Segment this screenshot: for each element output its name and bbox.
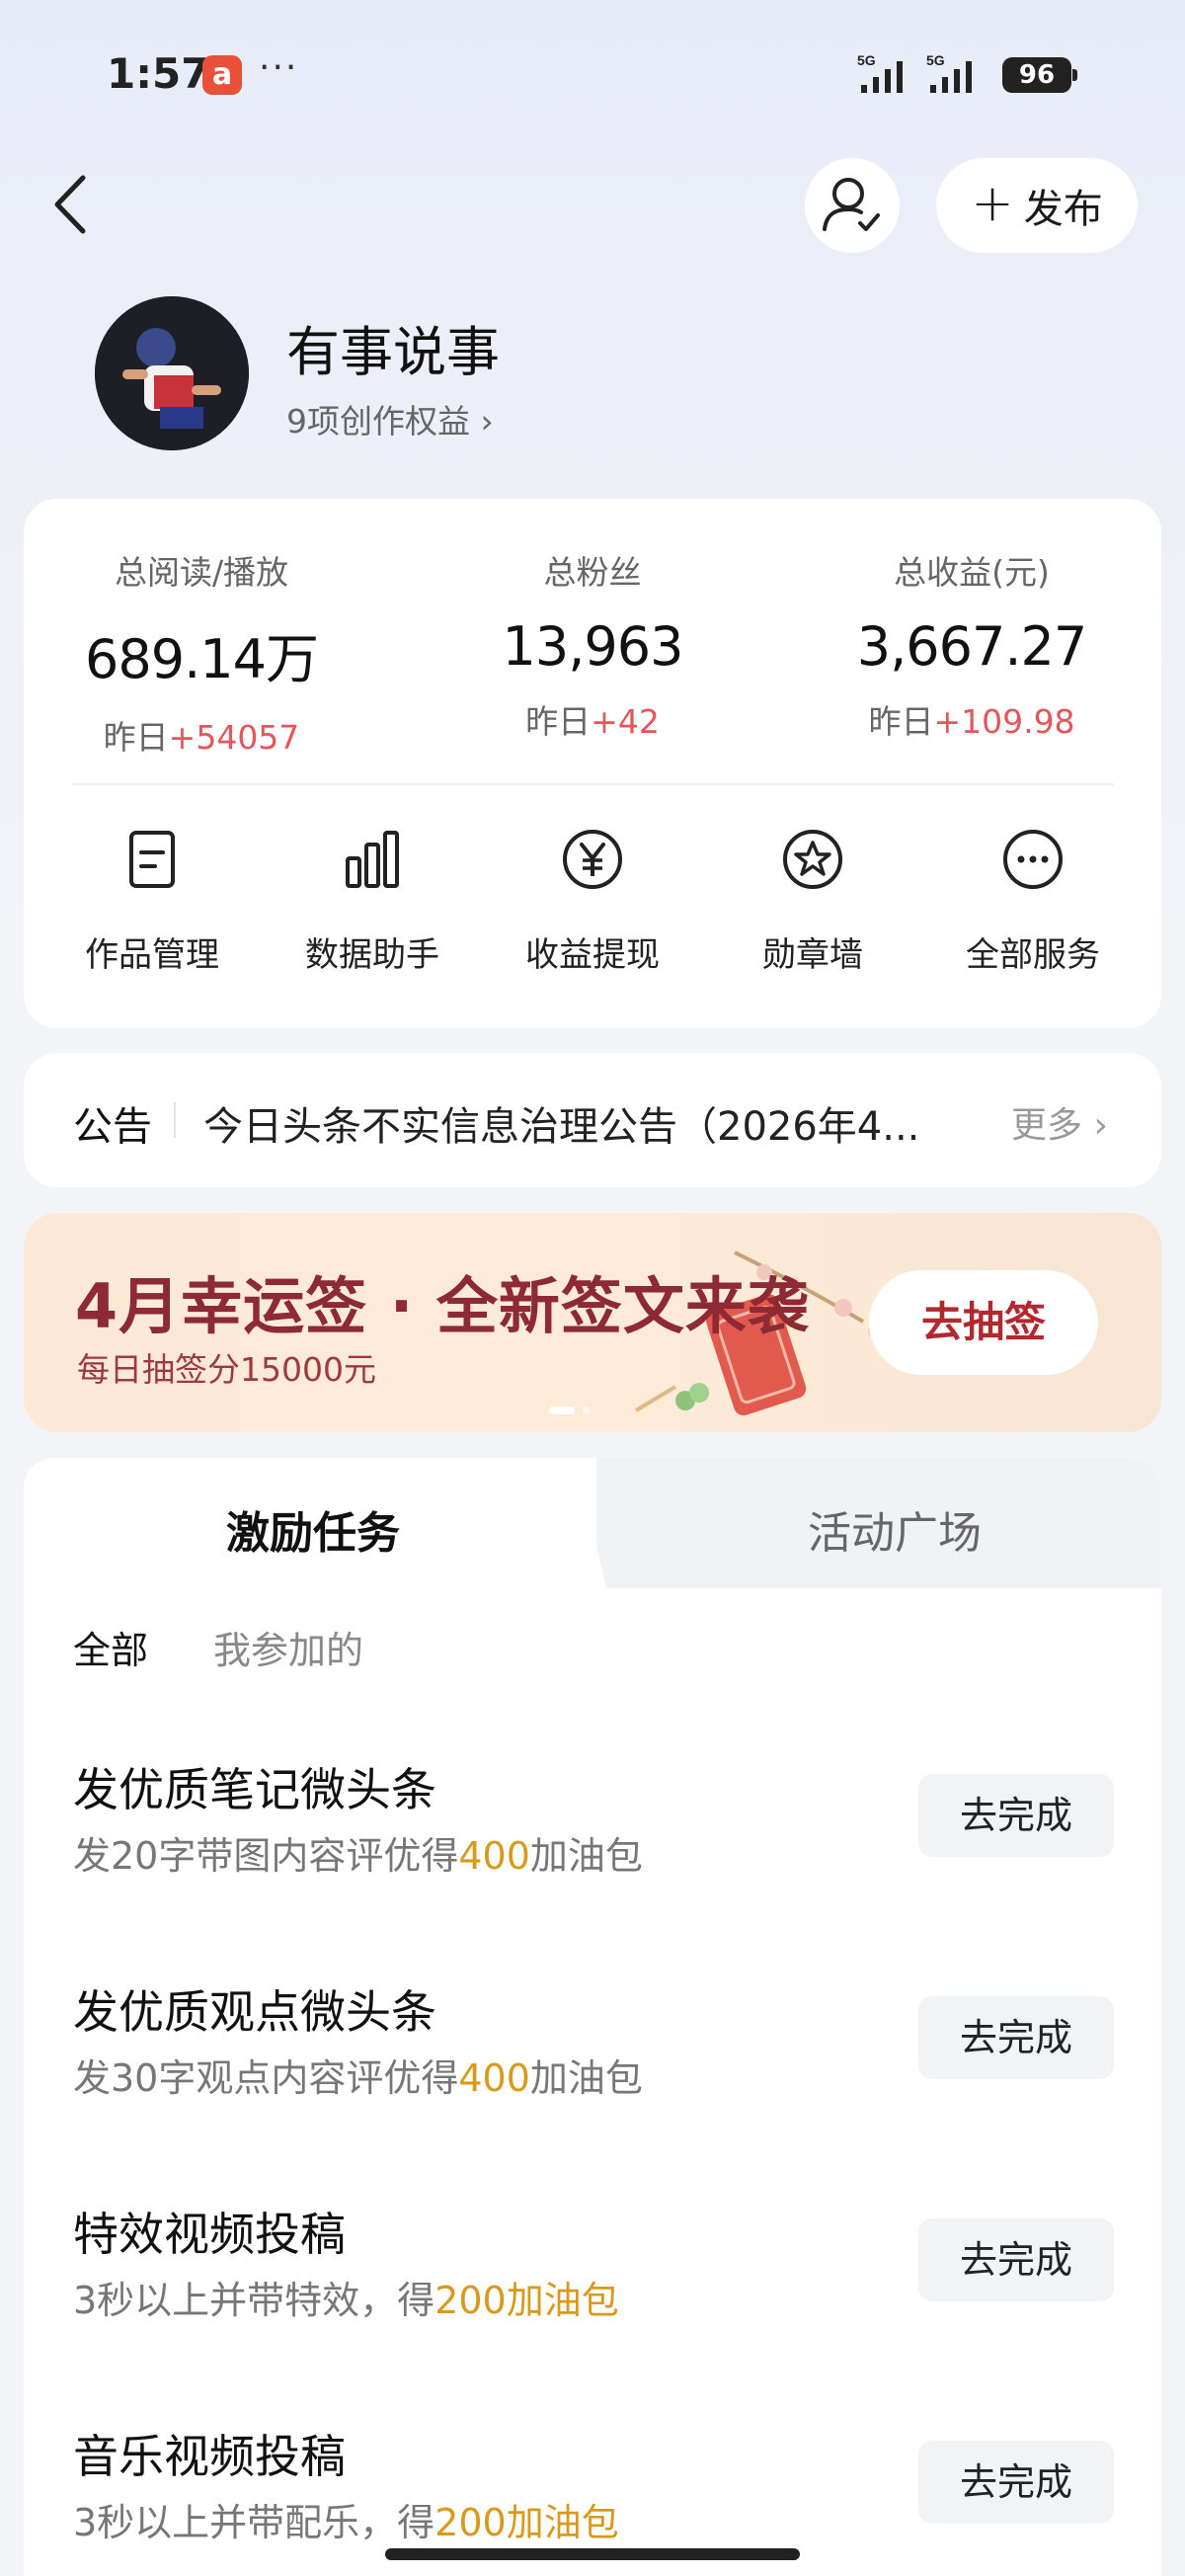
avatar[interactable] [95, 296, 249, 450]
task-desc-pre: 发30字观点内容评优得 [73, 2056, 459, 2100]
publish-button[interactable]: + 发布 [936, 158, 1138, 253]
signal-5g-icon: 5G [857, 52, 903, 93]
task-complete-button[interactable]: 去完成 [918, 1996, 1114, 2079]
announcement-text[interactable]: 今日头条不实信息治理公告（2026年4... [203, 1094, 993, 1152]
delta-value: +42 [591, 702, 660, 741]
creator-benefits-link[interactable]: 9项创作权益 › [286, 395, 494, 443]
delta-prefix: 昨日 [525, 702, 592, 741]
announcement-bar[interactable]: 公告 今日头条不实信息治理公告（2026年4... 更多 › [24, 1053, 1161, 1187]
stat-income[interactable]: 总收益(元) 3,667.27 昨日+109.98 [794, 546, 1149, 743]
bar-chart-icon [346, 831, 399, 888]
tool-label: 数据助手 [305, 935, 439, 975]
tool-label: 全部服务 [966, 935, 1100, 975]
task-complete-button[interactable]: 去完成 [918, 2218, 1114, 2301]
task-desc-post: 加油包 [529, 2056, 643, 2100]
delta-prefix: 昨日 [103, 718, 169, 757]
task-reward: 400 [458, 1834, 530, 1878]
filter-all[interactable]: 全部 [73, 1620, 148, 1674]
delta-value: +109.98 [933, 702, 1075, 741]
stat-value: 3,667.27 [856, 615, 1087, 678]
tool-all-services[interactable]: 全部服务 [924, 825, 1142, 976]
status-bar: 1:57 a ··· 5G 5G 96 [0, 0, 1185, 148]
yen-icon [563, 830, 622, 889]
divider [174, 1102, 176, 1138]
task-title: 特效视频投稿 [73, 2208, 346, 2261]
stat-value: 13,963 [502, 615, 684, 678]
stat-label: 总收益(元) [894, 553, 1050, 592]
tool-label: 收益提现 [525, 935, 660, 975]
tool-label: 作品管理 [85, 935, 219, 975]
stat-reads[interactable]: 总阅读/播放 689.14万 昨日+54057 [24, 546, 379, 759]
signal-5g-icon-2: 5G [926, 52, 972, 93]
tool-withdraw[interactable]: 收益提现 [484, 825, 701, 976]
more-icon [1003, 830, 1063, 889]
battery-icon: 96 [1002, 57, 1077, 93]
home-indicator[interactable] [385, 2548, 800, 2560]
tool-badge-wall[interactable]: 勋章墙 [704, 825, 921, 976]
nickname: 有事说事 [286, 321, 500, 383]
stats-card: 总阅读/播放 689.14万 昨日+54057 总粉丝 13,963 昨日+42… [24, 499, 1161, 1028]
task-item: 发优质笔记微头条 发20字带图内容评优得400加油包 去完成 [24, 1754, 1161, 1942]
task-desc: 3秒以上并带特效，得200加油包 [73, 2270, 619, 2324]
task-desc-pre: 发20字带图内容评优得 [73, 1834, 459, 1878]
stat-delta: 昨日+54057 [24, 711, 379, 759]
stat-delta: 昨日+42 [415, 695, 770, 743]
task-item: 特效视频投稿 3秒以上并带特效，得200加油包 去完成 [24, 2199, 1161, 2386]
task-complete-button[interactable]: 去完成 [918, 2441, 1114, 2524]
carousel-indicator [583, 1407, 591, 1414]
app-notification-icon: a [202, 55, 242, 95]
tab-activity-square[interactable]: 活动广场 [808, 1497, 982, 1561]
task-desc: 3秒以上并带配乐，得200加油包 [73, 2492, 619, 2546]
announcement-tag: 公告 [73, 1104, 152, 1150]
stat-label: 总粉丝 [543, 553, 642, 592]
tool-works-manage[interactable]: 作品管理 [43, 825, 261, 976]
task-reward: 200加油包 [434, 2501, 619, 2544]
task-complete-button[interactable]: 去完成 [918, 1774, 1114, 1857]
lucky-draw-banner[interactable]: 4月幸运签 · 全新签文来袭 每日抽签分15000元 去抽签 [24, 1213, 1161, 1432]
stat-label: 总阅读/播放 [114, 553, 289, 592]
publish-label: 发布 [1023, 187, 1103, 232]
user-manage-button[interactable] [805, 158, 900, 253]
badge-icon [783, 830, 842, 889]
task-title: 发优质笔记微头条 [73, 1763, 436, 1816]
tab-incentive-tasks[interactable]: 激励任务 [226, 1497, 400, 1561]
task-desc-post: 加油包 [529, 1834, 643, 1878]
tasks-panel: 激励任务 活动广场 全部 我参加的 发优质笔记微头条 发20字带图内容评优得40… [24, 1458, 1161, 2576]
task-item: 发优质观点微头条 发30字观点内容评优得400加油包 去完成 [24, 1976, 1161, 2164]
task-desc-pre: 3秒以上并带特效，得 [73, 2279, 435, 2322]
tool-data-assistant[interactable]: 数据助手 [264, 825, 481, 976]
draw-lot-button[interactable]: 去抽签 [869, 1270, 1098, 1375]
banner-subtitle: 每日抽签分15000元 [77, 1350, 376, 1389]
filter-joined[interactable]: 我参加的 [213, 1620, 363, 1674]
task-title: 发优质观点微头条 [73, 1985, 436, 2039]
delta-prefix: 昨日 [868, 702, 934, 741]
announcement-more-link[interactable]: 更多 › [1011, 1096, 1108, 1148]
stat-fans[interactable]: 总粉丝 13,963 昨日+42 [415, 546, 770, 743]
avatar-image [95, 296, 249, 450]
status-time: 1:57 [107, 49, 210, 98]
chevron-left-icon [54, 175, 86, 234]
status-more-icon: ··· [259, 47, 299, 88]
banner-title: 4月幸运签 · 全新签文来袭 [75, 1270, 810, 1342]
signal1-label: 5G [857, 52, 876, 68]
document-icon [129, 831, 175, 888]
signal2-label: 5G [926, 52, 945, 68]
task-title: 音乐视频投稿 [73, 2430, 346, 2483]
task-desc: 发30字观点内容评优得400加油包 [73, 2048, 643, 2102]
delta-value: +54057 [168, 718, 300, 757]
task-reward: 200加油包 [434, 2279, 619, 2322]
stat-delta: 昨日+109.98 [794, 695, 1149, 743]
task-desc-pre: 3秒以上并带配乐，得 [73, 2501, 435, 2544]
plus-icon: + [971, 174, 1014, 233]
carousel-indicator-active [549, 1407, 575, 1414]
divider [71, 783, 1114, 785]
tool-label: 勋章墙 [762, 935, 863, 975]
user-check-icon [823, 178, 880, 231]
task-reward: 400 [458, 2056, 530, 2100]
task-desc: 发20字带图内容评优得400加油包 [73, 1825, 643, 1880]
back-button[interactable] [47, 170, 97, 239]
stat-value: 689.14万 [85, 628, 319, 690]
